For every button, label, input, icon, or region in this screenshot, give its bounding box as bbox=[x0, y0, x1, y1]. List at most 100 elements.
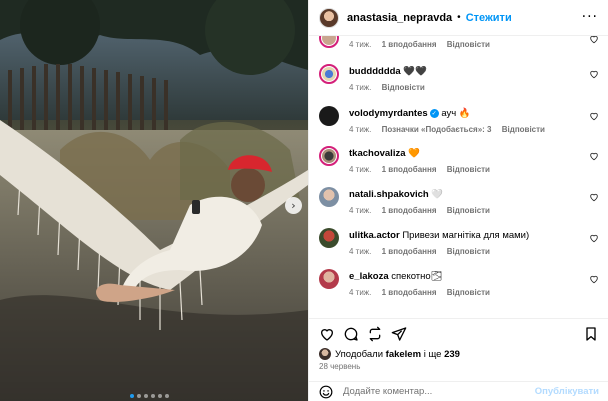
comment-meta: 4 тиж. 1 вподобання Відповісти bbox=[349, 247, 498, 256]
comment-meta: 4 тиж. Позначки «Подобається»: 3 Відпові… bbox=[349, 125, 553, 134]
comment-likes[interactable]: 1 вподобання bbox=[382, 40, 437, 49]
carousel-dot bbox=[130, 394, 134, 398]
commenter-username[interactable]: volodymyrdantes bbox=[349, 108, 428, 119]
reply-button[interactable]: Відповісти bbox=[502, 125, 545, 134]
comment-text: ···· · · · · bbox=[349, 36, 379, 37]
commenter-avatar[interactable] bbox=[319, 269, 339, 289]
heart-icon[interactable] bbox=[319, 326, 335, 342]
reply-button[interactable]: Відповісти bbox=[447, 247, 490, 256]
author-avatar[interactable] bbox=[319, 7, 339, 28]
post-side-panel: anastasia_nepravda • Стежити ··· ···· · … bbox=[308, 0, 608, 401]
comment-item: tkachovaliza 🧡 4 тиж. 1 вподобання Відпо… bbox=[319, 146, 599, 186]
comment-time: 4 тиж. bbox=[349, 40, 372, 49]
carousel-next-button[interactable]: › bbox=[285, 197, 302, 214]
repost-icon[interactable] bbox=[367, 326, 383, 342]
carousel-dot bbox=[144, 394, 148, 398]
commenter-avatar[interactable] bbox=[319, 36, 339, 48]
reply-button[interactable]: Відповісти bbox=[382, 83, 425, 92]
liker-avatar bbox=[319, 348, 331, 360]
post-date: 28 червень bbox=[319, 362, 361, 371]
comment-likes[interactable]: 1 вподобання bbox=[382, 247, 437, 256]
comment-text: tkachovaliza 🧡 bbox=[349, 148, 420, 159]
comment-meta: 4 тиж. 1 вподобання Відповісти bbox=[349, 165, 498, 174]
publish-button[interactable]: Опублікувати bbox=[535, 386, 599, 397]
commenter-username[interactable]: buddddddа bbox=[349, 66, 401, 77]
reply-button[interactable]: Відповісти bbox=[447, 288, 490, 297]
comment-text: volodymyrdantes ✓ ауч 🔥 bbox=[349, 108, 471, 119]
comment-time: 4 тиж. bbox=[349, 165, 372, 174]
comment-text: ulitka.actor Привези магнітіка для мами) bbox=[349, 230, 529, 241]
comment-item: ulitka.actor Привези магнітіка для мами)… bbox=[319, 228, 599, 268]
likes-count[interactable]: 239 bbox=[444, 349, 460, 360]
comment-time: 4 тиж. bbox=[349, 83, 372, 92]
author-username[interactable]: anastasia_nepravda bbox=[347, 12, 452, 24]
like-heart-icon[interactable] bbox=[589, 151, 599, 161]
follow-button[interactable]: Стежити bbox=[466, 12, 512, 24]
commenter-username[interactable]: e_lakoza bbox=[349, 271, 389, 282]
like-heart-icon[interactable] bbox=[589, 274, 599, 284]
comment-likes[interactable]: 1 вподобання bbox=[382, 165, 437, 174]
post-header: anastasia_nepravda • Стежити ··· bbox=[309, 0, 608, 36]
comment-text: buddddddа 🖤🖤 bbox=[349, 66, 427, 77]
commenter-avatar[interactable] bbox=[319, 187, 339, 207]
reply-button[interactable]: Відповісти bbox=[447, 40, 490, 49]
comment-item: buddddddа 🖤🖤 4 тиж. Відповісти bbox=[319, 64, 599, 104]
comment-time: 4 тиж. bbox=[349, 125, 372, 134]
liker-username[interactable]: fakelem bbox=[386, 349, 421, 360]
comment-time: 4 тиж. bbox=[349, 288, 372, 297]
separator-dot: • bbox=[457, 12, 461, 23]
comment-time: 4 тиж. bbox=[349, 247, 372, 256]
comment-item: e_lakoza спекотно🌫 4 тиж. 1 вподобання В… bbox=[319, 269, 599, 309]
comment-body: ауч 🔥 bbox=[441, 108, 471, 119]
reply-button[interactable]: Відповісти bbox=[447, 206, 490, 215]
comment-time: 4 тиж. bbox=[349, 206, 372, 215]
post-photo[interactable]: › bbox=[0, 0, 308, 401]
commenter-username[interactable]: ulitka.actor bbox=[349, 230, 400, 241]
carousel-dot bbox=[165, 394, 169, 398]
reply-button[interactable]: Відповісти bbox=[447, 165, 490, 174]
commenter-avatar[interactable] bbox=[319, 146, 339, 166]
comment-meta: 4 тиж. 1 вподобання Відповісти bbox=[349, 206, 498, 215]
comment-likes[interactable]: 1 вподобання bbox=[382, 288, 437, 297]
comment-text: natali.shpakovich 🤍 bbox=[349, 189, 443, 200]
carousel-dot bbox=[151, 394, 155, 398]
like-heart-icon[interactable] bbox=[589, 36, 599, 44]
comment-likes[interactable]: Позначки «Подобається»: 3 bbox=[382, 125, 492, 134]
comment-meta: 4 тиж. 1 вподобання Відповісти bbox=[349, 40, 498, 49]
carousel-dot bbox=[137, 394, 141, 398]
comment-item: volodymyrdantes ✓ ауч 🔥 4 тиж. Позначки «… bbox=[319, 106, 599, 146]
post-actions bbox=[309, 318, 608, 346]
more-options-icon[interactable]: ··· bbox=[582, 10, 598, 24]
commenter-avatar[interactable] bbox=[319, 228, 339, 248]
like-heart-icon[interactable] bbox=[589, 192, 599, 202]
commenter-username[interactable]: tkachovaliza bbox=[349, 148, 406, 159]
comment-body: 🖤🖤 bbox=[403, 66, 428, 77]
comments-list[interactable]: ···· · · · · 4 тиж. 1 вподобання Відпові… bbox=[309, 36, 608, 318]
likes-prefix: Уподобали bbox=[335, 348, 384, 360]
like-heart-icon[interactable] bbox=[589, 233, 599, 243]
comment-meta: 4 тиж. 1 вподобання Відповісти bbox=[349, 288, 498, 297]
comment-body: Привези магнітіка для мами) bbox=[402, 230, 530, 241]
commenter-avatar[interactable] bbox=[319, 64, 339, 84]
share-icon[interactable] bbox=[391, 326, 407, 342]
like-heart-icon[interactable] bbox=[589, 111, 599, 121]
bookmark-icon[interactable] bbox=[583, 326, 599, 342]
comment-body: 🧡 bbox=[408, 148, 420, 159]
comment-likes[interactable]: 1 вподобання bbox=[382, 206, 437, 215]
likes-summary[interactable]: Уподобали fakelem і ще 239 bbox=[319, 348, 460, 360]
likes-middle: і ще bbox=[423, 348, 442, 360]
like-heart-icon[interactable] bbox=[589, 69, 599, 79]
comment-item: natali.shpakovich 🤍 4 тиж. 1 вподобання … bbox=[319, 187, 599, 227]
commenter-avatar[interactable] bbox=[319, 106, 339, 126]
add-comment-bar: Опублікувати bbox=[309, 381, 608, 401]
hammock-photo-image bbox=[0, 0, 308, 401]
comment-body: 🤍 bbox=[431, 189, 444, 200]
comment-meta: 4 тиж. Відповісти bbox=[349, 83, 433, 92]
comment-icon[interactable] bbox=[343, 326, 359, 342]
emoji-icon[interactable] bbox=[319, 385, 333, 399]
comment-text: e_lakoza спекотно🌫 bbox=[349, 271, 443, 282]
carousel-indicator bbox=[130, 394, 169, 398]
comment-input[interactable] bbox=[343, 386, 533, 397]
carousel-dot bbox=[158, 394, 162, 398]
commenter-username[interactable]: natali.shpakovich bbox=[349, 189, 429, 200]
